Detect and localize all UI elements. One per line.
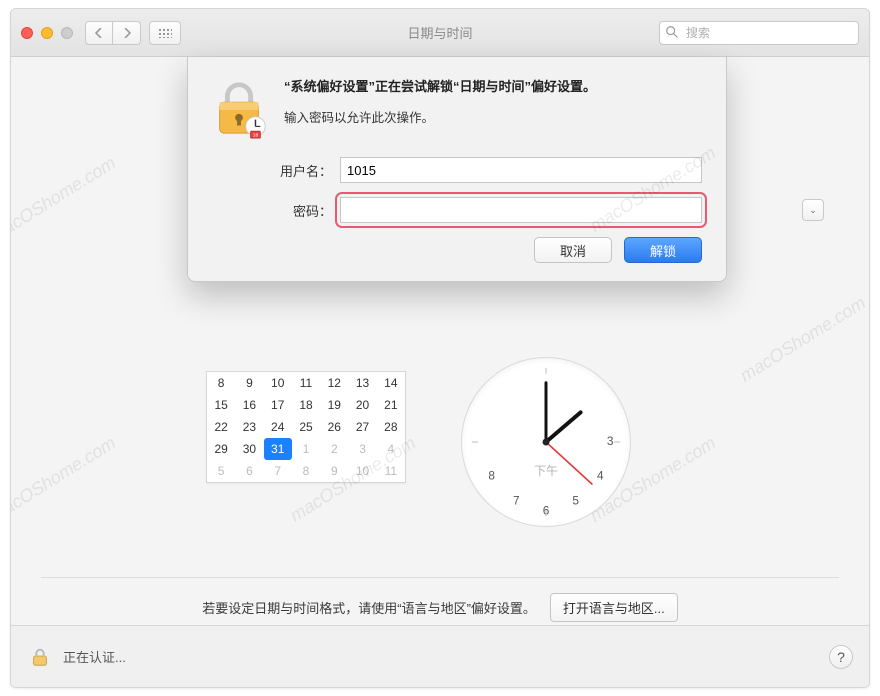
help-button[interactable]: ? <box>829 645 853 669</box>
calendar-day[interactable]: 25 <box>292 416 320 438</box>
chevron-down-icon: ⌄ <box>809 205 817 216</box>
calendar-day[interactable]: 11 <box>377 460 405 482</box>
show-all-button[interactable] <box>149 21 181 45</box>
toolbar: 日期与时间 <box>11 9 869 57</box>
calendar-day[interactable]: 15 <box>207 394 235 416</box>
format-hint-row: 若要设定日期与时间格式，请使用“语言与地区”偏好设置。 打开语言与地区... <box>11 593 869 622</box>
calendar-day[interactable]: 21 <box>377 394 405 416</box>
unlock-button[interactable]: 解锁 <box>624 237 702 263</box>
calendar-day[interactable]: 4 <box>377 438 405 460</box>
close-window-button[interactable] <box>21 27 33 39</box>
calendar-day[interactable]: 12 <box>320 372 348 394</box>
calendar-day[interactable]: 11 <box>292 372 320 394</box>
calendar-day[interactable]: 17 <box>264 394 292 416</box>
cancel-button[interactable]: 取消 <box>534 237 612 263</box>
calendar-day[interactable]: 22 <box>207 416 235 438</box>
auth-status-text: 正在认证... <box>63 647 126 666</box>
calendar-day[interactable]: 30 <box>235 438 263 460</box>
calendar-day[interactable]: 20 <box>348 394 376 416</box>
svg-text:7: 7 <box>513 493 520 507</box>
svg-text:8: 8 <box>488 469 495 483</box>
calendar-day[interactable]: 28 <box>377 416 405 438</box>
format-hint-text: 若要设定日期与时间格式，请使用“语言与地区”偏好设置。 <box>202 598 536 617</box>
calendar-day[interactable]: 1 <box>292 438 320 460</box>
window-controls <box>21 27 73 39</box>
open-language-region-button[interactable]: 打开语言与地区... <box>550 593 678 622</box>
calendar-day[interactable]: 9 <box>320 460 348 482</box>
password-label: 密码： <box>208 201 340 220</box>
calendar-day[interactable]: 14 <box>377 372 405 394</box>
minimize-window-button[interactable] <box>41 27 53 39</box>
svg-text:5: 5 <box>572 493 579 507</box>
calendar[interactable]: 8910111213141516171819202122232425262728… <box>206 371 406 483</box>
calendar-day[interactable]: 29 <box>207 438 235 460</box>
lock-large-icon: 18 <box>208 77 270 139</box>
grid-icon <box>158 28 172 38</box>
calendar-day[interactable]: 26 <box>320 416 348 438</box>
username-input[interactable] <box>340 157 702 183</box>
search-icon <box>665 25 679 39</box>
forward-button[interactable] <box>113 21 141 45</box>
calendar-day[interactable]: 31 <box>264 438 292 460</box>
help-icon: ? <box>837 649 845 665</box>
password-input[interactable] <box>340 197 702 223</box>
calendar-day[interactable]: 8 <box>207 372 235 394</box>
clock-ampm-label: 下午 <box>534 462 558 479</box>
dialog-headline: “系统偏好设置”正在尝试解锁“日期与时间”偏好设置。 <box>284 77 702 97</box>
auth-dialog: 18 “系统偏好设置”正在尝试解锁“日期与时间”偏好设置。 输入密码以允许此次操… <box>187 57 727 282</box>
server-dropdown-button[interactable]: ⌄ <box>802 199 824 221</box>
calendar-day[interactable]: 3 <box>348 438 376 460</box>
svg-text:18: 18 <box>253 133 259 139</box>
calendar-day[interactable]: 27 <box>348 416 376 438</box>
calendar-day[interactable]: 23 <box>235 416 263 438</box>
calendar-day[interactable]: 8 <box>292 460 320 482</box>
nav-button-group <box>85 21 141 45</box>
svg-text:3: 3 <box>607 434 614 448</box>
calendar-day[interactable]: 18 <box>292 394 320 416</box>
analog-clock: 345678 下午 <box>461 357 631 527</box>
calendar-day[interactable]: 2 <box>320 438 348 460</box>
footer: 正在认证... ? <box>11 625 869 687</box>
calendar-day[interactable]: 16 <box>235 394 263 416</box>
lock-icon[interactable] <box>27 644 53 670</box>
calendar-day[interactable]: 5 <box>207 460 235 482</box>
unlock-button-label: 解锁 <box>650 241 676 260</box>
calendar-day[interactable]: 6 <box>235 460 263 482</box>
prefs-window: 日期与时间 ⌄ 89101112131415161718192021222324… <box>10 8 870 688</box>
separator <box>41 577 839 578</box>
calendar-day[interactable]: 10 <box>264 372 292 394</box>
svg-text:4: 4 <box>597 469 604 483</box>
calendar-day[interactable]: 10 <box>348 460 376 482</box>
calendar-day[interactable]: 13 <box>348 372 376 394</box>
back-button[interactable] <box>85 21 113 45</box>
dialog-subtext: 输入密码以允许此次操作。 <box>284 107 702 126</box>
search-input[interactable] <box>659 21 859 45</box>
username-label: 用户名： <box>208 161 340 180</box>
calendar-day[interactable]: 24 <box>264 416 292 438</box>
zoom-window-button <box>61 27 73 39</box>
calendar-day[interactable]: 19 <box>320 394 348 416</box>
calendar-day[interactable]: 7 <box>264 460 292 482</box>
cancel-button-label: 取消 <box>560 241 586 260</box>
calendar-day[interactable]: 9 <box>235 372 263 394</box>
